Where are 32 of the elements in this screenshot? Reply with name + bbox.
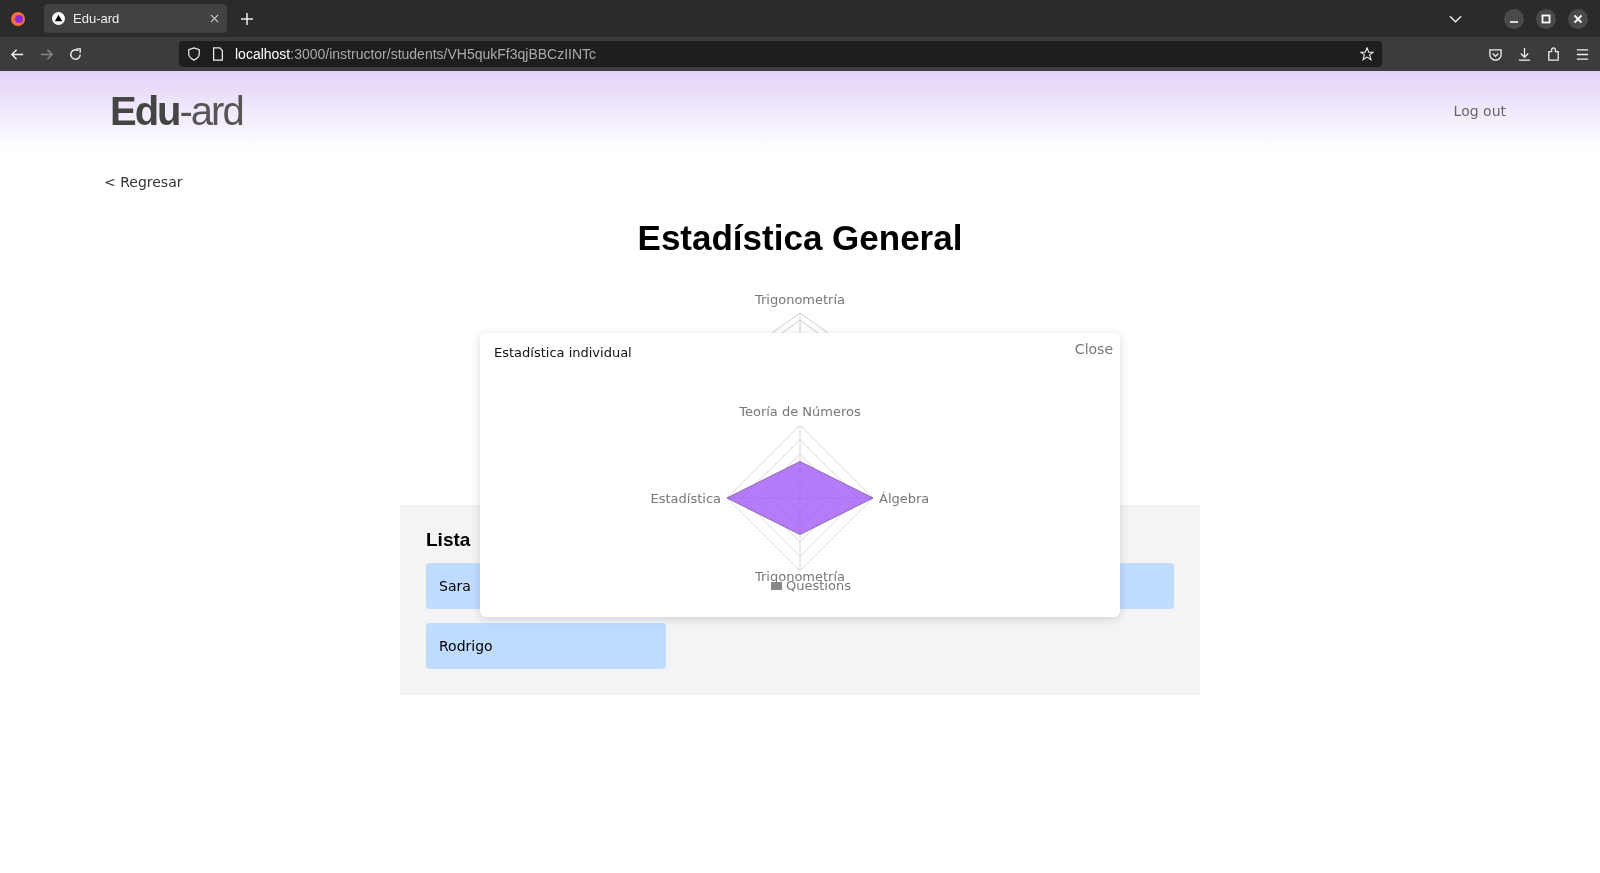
plus-icon[interactable] [241, 12, 253, 25]
pocket-icon[interactable] [1488, 46, 1503, 62]
download-icon[interactable] [1517, 46, 1532, 62]
page-title: Estadística General [636, 218, 964, 258]
modal-title: Estadística individual [494, 345, 632, 360]
site-icon [52, 12, 65, 25]
close-icon[interactable] [1568, 8, 1588, 29]
axis-label: Teoría de Números [739, 404, 861, 419]
close-icon[interactable] [210, 14, 219, 23]
puzzle-icon[interactable] [1546, 46, 1561, 62]
maximize-icon[interactable] [1536, 8, 1556, 29]
close-button[interactable]: Close [1074, 339, 1113, 359]
minimize-icon[interactable] [1504, 8, 1524, 29]
legend-swatch-icon [771, 582, 782, 590]
axis-label: Álgebra [879, 491, 930, 506]
logout-link[interactable]: Log out [1453, 103, 1506, 119]
logo[interactable]: Edu-ard [110, 88, 243, 134]
reload-icon[interactable] [68, 46, 83, 62]
page-icon [211, 47, 225, 61]
shield-icon [187, 47, 201, 61]
browser-logo-icon[interactable] [10, 10, 26, 27]
axis-label: Estadística [650, 491, 721, 506]
back-link[interactable]: < Regresar [104, 174, 183, 190]
student-item[interactable]: Rodrigo [426, 623, 666, 669]
chevron-down-icon[interactable] [1449, 14, 1462, 23]
star-icon[interactable] [1360, 47, 1374, 61]
menu-icon[interactable] [1575, 46, 1590, 62]
browser-tab[interactable]: Edu-ard [44, 4, 227, 33]
radar-grid-drawing [770, 311, 830, 333]
list-heading: Lista [426, 529, 471, 551]
axis-label: Trigonometría [754, 292, 846, 307]
address-bar[interactable]: localhost:3000/instructor/students/VH5qukFf3qjBBCzIINTc [179, 41, 1382, 67]
